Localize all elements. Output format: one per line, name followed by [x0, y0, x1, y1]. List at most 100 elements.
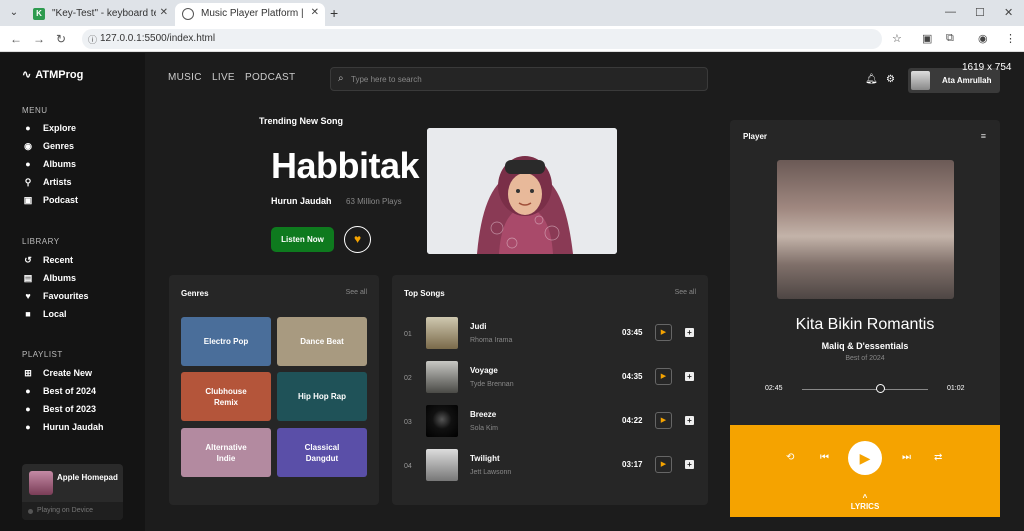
viewport-size-overlay: 1619 x 754: [962, 62, 1012, 73]
maximize-icon[interactable]: ☐: [975, 6, 985, 19]
genre-dance-beat[interactable]: Dance Beat: [277, 317, 367, 366]
search-bar[interactable]: ⌕: [330, 67, 708, 91]
song-title: Voyage: [470, 366, 498, 375]
app-logo[interactable]: ∿ ATMProg: [22, 68, 83, 81]
reload-icon[interactable]: ↻: [56, 32, 66, 46]
genres-card: Genres See all Electro Pop Dance Beat Cl…: [169, 275, 379, 505]
progress-track[interactable]: [802, 389, 928, 390]
add-to-playlist-icon[interactable]: +: [685, 328, 694, 337]
lyrics-button[interactable]: ^ LYRICS: [730, 493, 1000, 511]
search-input[interactable]: [351, 72, 691, 86]
next-icon[interactable]: ⏭︎: [902, 452, 911, 463]
browser-tab-key-test[interactable]: K "Key-Test" - keyboard test onlin ✕: [26, 3, 174, 26]
extensions-puzzle-icon[interactable]: ⧉: [946, 32, 954, 45]
play-circle-icon: ●: [25, 404, 31, 414]
sidebar-item-local[interactable]: ■ Local: [22, 309, 66, 319]
close-tab-icon[interactable]: ✕: [160, 7, 168, 18]
new-tab-button[interactable]: +: [330, 5, 338, 21]
profile-icon[interactable]: ◉: [978, 32, 988, 45]
genre-alternative-indie[interactable]: Alternative Indie: [181, 428, 271, 477]
browser-tab-music-player[interactable]: Music Player Platform | ATMProg ✕: [175, 3, 325, 26]
bookmark-star-icon[interactable]: ☆: [892, 32, 902, 45]
table-row[interactable]: 04 Twilight Jett Lawsonn 03:17 ▶ +: [392, 449, 708, 485]
sidebar-item-favourites[interactable]: ♥ Favourites: [22, 291, 88, 301]
site-info-icon[interactable]: ⓘ: [88, 33, 97, 46]
play-circle-icon: ●: [25, 123, 31, 133]
notification-bell-icon[interactable]: 🔔︎: [865, 74, 878, 85]
genres-see-all-link[interactable]: See all: [346, 289, 367, 296]
sidebar-item-artists[interactable]: ⚲ Artists: [22, 177, 72, 188]
extension-icon[interactable]: ▣: [922, 32, 932, 45]
song-duration: 03:17: [622, 460, 643, 469]
now-playing-artist: Maliq & D'essentials: [821, 341, 909, 351]
nav-music[interactable]: MUSIC: [168, 72, 202, 83]
shuffle-icon[interactable]: ⇄: [934, 452, 942, 463]
avatar: [911, 71, 930, 90]
play-icon[interactable]: ▶: [655, 324, 672, 341]
tab-label: "Key-Test" - keyboard test onlin: [52, 8, 156, 19]
play-icon[interactable]: ▶: [655, 456, 672, 473]
sidebar-item-best-2024[interactable]: ● Best of 2024: [22, 386, 96, 396]
genre-clubhouse-remix[interactable]: Clubhouse Remix: [181, 372, 271, 421]
top-songs-see-all-link[interactable]: See all: [675, 289, 696, 296]
history-icon: ↺: [24, 255, 32, 265]
forward-icon[interactable]: →: [33, 32, 45, 46]
minimize-icon[interactable]: —: [945, 6, 956, 18]
sidebar-item-podcast[interactable]: ▣ Podcast: [22, 195, 78, 206]
add-to-playlist-icon[interactable]: +: [685, 416, 694, 425]
pulse-logo-icon: ∿: [22, 69, 32, 81]
globe-icon: [182, 8, 194, 20]
menu-section-title: MENU: [22, 106, 48, 115]
gear-icon[interactable]: ⚙: [886, 74, 895, 85]
close-window-icon[interactable]: ✕: [1004, 6, 1013, 19]
play-icon[interactable]: ▶: [655, 412, 672, 429]
play-icon: ▶: [859, 450, 871, 466]
sidebar-item-library-albums[interactable]: ▤ Albums: [22, 273, 76, 284]
close-tab-icon[interactable]: ✕: [311, 7, 319, 18]
genre-classical-dangdut[interactable]: Classical Dangdut: [277, 428, 367, 477]
table-row[interactable]: 01 Judi Rhoma Irama 03:45 ▶ +: [392, 317, 708, 353]
sidebar-item-explore[interactable]: ● Explore: [22, 123, 76, 133]
repeat-icon[interactable]: ⟲: [786, 452, 794, 463]
genre-electro-pop[interactable]: Electro Pop: [181, 317, 271, 366]
album-icon: ▤: [23, 273, 33, 283]
table-row[interactable]: 02 Voyage Tyde Brennan 04:35 ▶ +: [392, 361, 708, 397]
sidebar-item-albums[interactable]: ● Albums: [22, 159, 76, 169]
song-title: Judi: [470, 322, 487, 331]
back-icon[interactable]: ←: [10, 32, 22, 46]
hero-artist[interactable]: Hurun Jaudah: [271, 196, 332, 206]
sidebar-item-recent[interactable]: ↺ Recent: [22, 255, 73, 266]
add-to-playlist-icon[interactable]: +: [685, 460, 694, 469]
sidebar-item-hurun-jaudah[interactable]: ● Hurun Jaudah: [22, 422, 103, 432]
add-to-playlist-icon[interactable]: +: [685, 372, 694, 381]
nav-podcast[interactable]: PODCAST: [245, 72, 295, 83]
genre-hip-hop-rap[interactable]: Hip Hop Rap: [277, 372, 367, 421]
song-artist: Rhoma Irama: [470, 337, 513, 344]
browser-menu-icon[interactable]: ⋮: [1005, 32, 1016, 45]
disc-icon: ◉: [24, 141, 32, 151]
sidebar-item-create-new[interactable]: ⊞ Create New: [22, 368, 92, 379]
url-field[interactable]: ⓘ 127.0.0.1:5500/index.html: [82, 29, 882, 49]
hero-artist-image: [427, 128, 617, 254]
previous-icon[interactable]: ⏮︎: [820, 452, 829, 463]
queue-icon[interactable]: ≡: [981, 131, 986, 141]
user-name: Ata Amrullah: [942, 76, 992, 85]
genres-title: Genres: [181, 289, 209, 298]
playing-device-card[interactable]: Apple Homepad Playing on Device: [22, 464, 123, 520]
play-pause-button[interactable]: ▶: [848, 441, 882, 475]
nav-live[interactable]: LIVE: [212, 72, 235, 83]
now-playing-title: Kita Bikin Romantis: [795, 316, 935, 333]
listen-now-button[interactable]: Listen Now: [271, 227, 334, 252]
now-playing-cover: [777, 160, 954, 299]
hero-song-title: Habbitak: [271, 145, 420, 186]
play-icon[interactable]: ▶: [655, 368, 672, 385]
tab-search-icon[interactable]: ⌄: [6, 5, 22, 21]
device-status: Playing on Device: [22, 502, 123, 520]
sidebar-item-label: Albums: [43, 273, 77, 283]
sidebar-item-genres[interactable]: ◉ Genres: [22, 141, 74, 152]
song-title: Breeze: [470, 410, 497, 419]
table-row[interactable]: 03 Breeze Sola Kim 04:22 ▶ +: [392, 405, 708, 441]
progress-slider-handle[interactable]: [876, 384, 886, 393]
sidebar-item-best-2023[interactable]: ● Best of 2023: [22, 404, 96, 414]
favorite-button[interactable]: ♥: [344, 226, 371, 253]
